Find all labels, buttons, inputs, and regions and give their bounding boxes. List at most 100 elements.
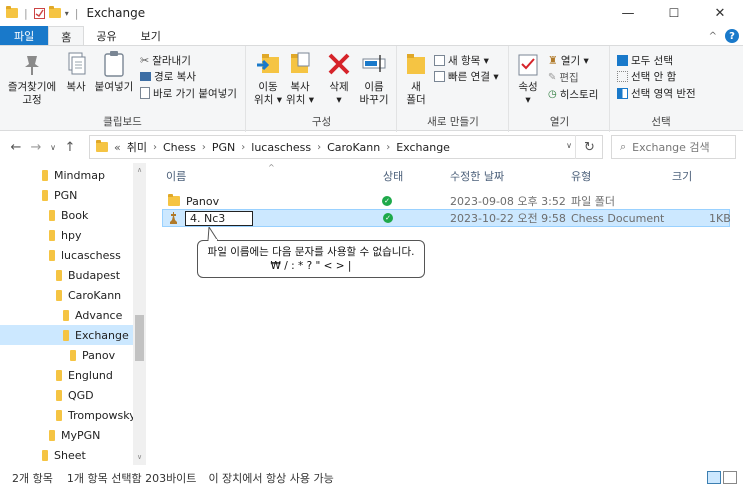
- select-none-button[interactable]: 선택 안 함: [617, 68, 676, 84]
- scroll-up-arrow-icon[interactable]: ∧: [133, 166, 146, 174]
- nav-item-sheet[interactable]: Sheet: [0, 445, 133, 465]
- close-button[interactable]: ✕: [697, 0, 743, 26]
- collapse-ribbon-icon[interactable]: ^: [709, 31, 717, 42]
- column-header-status[interactable]: 상태: [383, 163, 403, 189]
- navigation-pane: Mindmap PGN Book hpy lucaschess Budapest…: [0, 163, 146, 465]
- breadcrumb-item[interactable]: 취미: [127, 139, 147, 155]
- edit-button[interactable]: ✎ 편집: [548, 69, 579, 85]
- chevron-right-icon[interactable]: ›: [153, 142, 157, 153]
- copy-button[interactable]: 복사: [62, 50, 90, 94]
- column-header-modified[interactable]: 수정한 날짜: [450, 163, 504, 189]
- tooltip-tail: [207, 227, 219, 241]
- folder-icon: [49, 249, 55, 261]
- nav-item-exchange[interactable]: Exchange: [0, 325, 133, 345]
- tab-share[interactable]: 공유: [84, 26, 128, 46]
- navigation-bar: ← → ∨ ↑ « 취미 › Chess › PGN › lucaschess …: [0, 131, 743, 163]
- move-to-icon: [254, 50, 282, 78]
- back-arrow-icon[interactable]: ←: [6, 140, 26, 155]
- nav-item-qgd[interactable]: QGD: [0, 385, 133, 405]
- address-bar[interactable]: « 취미 › Chess › PGN › lucaschess › CaroKa…: [89, 135, 603, 159]
- nav-item-trompowsky[interactable]: Trompowsky: [0, 405, 136, 425]
- minimize-button[interactable]: —: [605, 0, 651, 26]
- nav-scrollbar[interactable]: ∧ ∨: [133, 163, 146, 465]
- breadcrumb-item[interactable]: Exchange: [396, 141, 450, 154]
- chevron-right-icon[interactable]: ›: [202, 142, 206, 153]
- rename-input[interactable]: 4. Nc3: [185, 210, 253, 226]
- select-group: 모두 선택 선택 안 함 선택 영역 반전 선택: [611, 46, 711, 132]
- nav-item-hpy[interactable]: hpy: [0, 225, 133, 245]
- scrollbar-thumb[interactable]: [135, 315, 144, 361]
- breadcrumb-item[interactable]: Chess: [163, 141, 196, 154]
- copy-path-button[interactable]: 경로 복사: [140, 68, 196, 84]
- up-arrow-icon[interactable]: ↑: [60, 140, 80, 155]
- breadcrumb-overflow[interactable]: «: [114, 141, 121, 154]
- paste-button[interactable]: 붙여넣기: [93, 50, 135, 94]
- type-cell: 파일 폴더: [571, 195, 615, 208]
- selection-info: 1개 항목 선택함 203바이트: [66, 472, 197, 485]
- copy-path-icon: [140, 71, 151, 81]
- nav-item-book[interactable]: Book: [0, 205, 133, 225]
- chevron-right-icon[interactable]: ›: [386, 142, 390, 153]
- delete-button[interactable]: 삭제 ▾: [325, 50, 353, 107]
- select-all-button[interactable]: 모두 선택: [617, 52, 673, 68]
- folder-icon: [56, 409, 62, 421]
- column-header-size[interactable]: 크기: [672, 163, 692, 189]
- invert-selection-button[interactable]: 선택 영역 반전: [617, 85, 696, 101]
- chevron-right-icon[interactable]: ›: [241, 142, 245, 153]
- rename-button[interactable]: 이름 바꾸기: [357, 50, 391, 107]
- move-to-button[interactable]: 이동 위치 ▾: [253, 50, 283, 107]
- easy-access-button[interactable]: 빠른 연결 ▾: [434, 68, 499, 84]
- folder-icon: [56, 389, 62, 401]
- tab-file[interactable]: 파일: [0, 26, 49, 46]
- nav-item-mindmap[interactable]: Mindmap: [0, 165, 133, 185]
- cut-button[interactable]: ✂ 잘라내기: [140, 52, 191, 68]
- nav-item-pgn[interactable]: PGN: [0, 185, 133, 205]
- details-view-icon[interactable]: [707, 471, 721, 484]
- nav-item-budapest[interactable]: Budapest: [0, 265, 133, 285]
- copy-icon: [62, 50, 90, 78]
- properties-quick-icon[interactable]: [33, 7, 45, 19]
- column-header-name[interactable]: 이름: [166, 163, 186, 189]
- recent-locations-chevron-icon[interactable]: ∨: [46, 143, 60, 152]
- breadcrumb-item[interactable]: PGN: [212, 141, 235, 154]
- search-placeholder: Exchange 검색: [632, 141, 710, 154]
- nav-item-advance[interactable]: Advance: [0, 305, 133, 325]
- tab-view[interactable]: 보기: [129, 26, 173, 46]
- nav-item-carokann[interactable]: CaroKann: [0, 285, 133, 305]
- search-box[interactable]: ⌕ Exchange 검색: [611, 135, 736, 159]
- forward-arrow-icon[interactable]: →: [26, 140, 46, 155]
- help-icon[interactable]: ?: [725, 29, 739, 43]
- file-row-panov[interactable]: Panov ✓ 2023-09-08 오후 3:52 파일 폴더: [162, 192, 730, 210]
- chevron-right-icon[interactable]: ›: [317, 142, 321, 153]
- properties-button[interactable]: 속성 ▾: [514, 50, 542, 107]
- tab-home[interactable]: 홈: [48, 26, 85, 46]
- new-folder-quick-icon[interactable]: [48, 6, 61, 18]
- new-folder-button[interactable]: 새 폴더: [402, 50, 430, 107]
- copy-to-button[interactable]: 복사 위치 ▾: [285, 50, 315, 107]
- folder-icon: [56, 289, 62, 301]
- maximize-button[interactable]: ☐: [651, 0, 697, 26]
- nav-item-panov[interactable]: Panov: [0, 345, 133, 365]
- quick-access-dropdown-icon[interactable]: ▾: [65, 9, 69, 18]
- separator: |: [24, 6, 28, 20]
- paste-icon: [100, 50, 128, 78]
- new-item-button[interactable]: 새 항목 ▾: [434, 52, 489, 68]
- pin-quick-access-button[interactable]: 즐겨찾기에 고정: [4, 50, 60, 107]
- open-group: 속성 ▾ ♜ 열기 ▾ ✎ 편집 ◷ 히스토리 열기: [510, 46, 610, 132]
- folder-icon: [49, 209, 55, 221]
- scroll-down-arrow-icon[interactable]: ∨: [133, 453, 146, 461]
- nav-item-englund[interactable]: Englund: [0, 365, 133, 385]
- breadcrumb-item[interactable]: CaroKann: [327, 141, 380, 154]
- history-button[interactable]: ◷ 히스토리: [548, 86, 598, 102]
- open-button[interactable]: ♜ 열기 ▾: [548, 52, 589, 68]
- large-icons-view-icon[interactable]: [723, 471, 737, 484]
- invert-selection-icon: [617, 87, 628, 99]
- nav-item-mypgn[interactable]: MyPGN: [0, 425, 133, 445]
- address-history-chevron-icon[interactable]: ∨: [566, 141, 572, 150]
- refresh-icon[interactable]: ↻: [575, 135, 603, 159]
- file-row-nc3[interactable]: 4. Nc3 ✓ 2023-10-22 오전 9:58 Chess Docume…: [162, 209, 731, 227]
- breadcrumb-item[interactable]: lucaschess: [251, 141, 311, 154]
- column-header-type[interactable]: 유형: [571, 163, 591, 189]
- paste-shortcut-button[interactable]: 바로 가기 붙여넣기: [140, 85, 237, 101]
- nav-item-lucaschess[interactable]: lucaschess: [0, 245, 133, 265]
